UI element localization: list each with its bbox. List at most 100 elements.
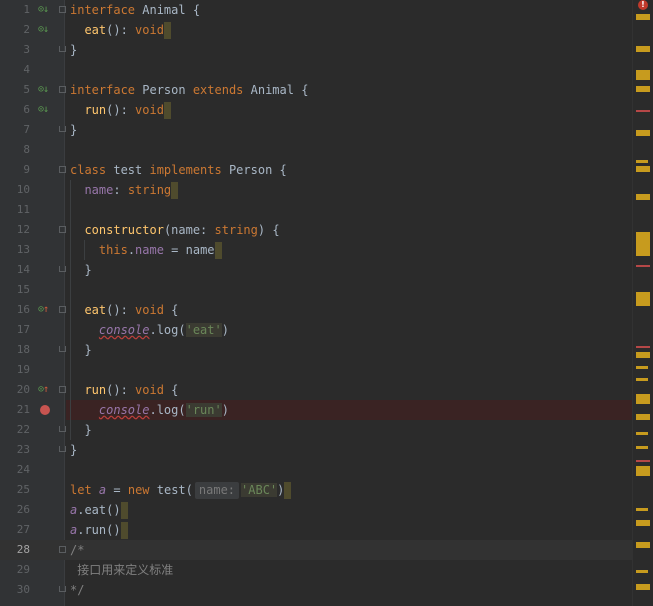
overrides-icon[interactable]: ⊙↑ xyxy=(38,303,52,317)
fold-end-icon[interactable] xyxy=(59,126,66,132)
line-number: 9 xyxy=(23,163,30,176)
warning-marker[interactable] xyxy=(636,232,650,256)
code-line[interactable]: 7 } xyxy=(0,120,632,140)
error-marker[interactable] xyxy=(636,460,650,462)
type-keyword: string xyxy=(127,183,172,197)
code-line[interactable]: 4 xyxy=(0,60,632,80)
fold-end-icon[interactable] xyxy=(59,426,66,432)
warning-marker[interactable] xyxy=(636,508,648,511)
fold-icon[interactable] xyxy=(59,6,66,13)
implemented-icon[interactable]: ⊙↓ xyxy=(38,83,52,97)
code-line[interactable]: 30 */ xyxy=(0,580,632,600)
fold-icon[interactable] xyxy=(59,226,66,233)
warning-marker[interactable] xyxy=(636,414,650,420)
error-marker[interactable] xyxy=(636,110,650,112)
breakpoint-icon[interactable] xyxy=(40,405,50,415)
line-number: 10 xyxy=(16,183,30,196)
code-line[interactable]: 16 ⊙↑ eat(): void { xyxy=(0,300,632,320)
warning-marker[interactable] xyxy=(636,520,650,526)
code-line[interactable]: 27 a.run() xyxy=(0,520,632,540)
code-line[interactable]: 9 class test implements Person { xyxy=(0,160,632,180)
code-text: (name: xyxy=(163,223,215,237)
fold-end-icon[interactable] xyxy=(59,46,66,52)
code-text: .log( xyxy=(149,403,186,417)
line-number: 4 xyxy=(23,63,30,76)
warning-marker[interactable] xyxy=(636,446,648,449)
code-line[interactable]: 12 constructor(name: string) { xyxy=(0,220,632,240)
code-line[interactable]: 29 接口用来定义标准 xyxy=(0,560,632,580)
warning-marker[interactable] xyxy=(636,584,650,590)
warning-marker[interactable] xyxy=(636,46,650,52)
code-line[interactable]: 1 ⊙↓ interface Animal { xyxy=(0,0,632,20)
error-marker[interactable] xyxy=(636,265,650,267)
code-text: ) xyxy=(221,323,229,337)
code-line[interactable]: 25 let a = new test(name: 'ABC') xyxy=(0,480,632,500)
code-line[interactable]: 6 ⊙↓ run(): void xyxy=(0,100,632,120)
code-line[interactable]: 23 } xyxy=(0,440,632,460)
code-line[interactable]: 17 console.log('eat') xyxy=(0,320,632,340)
code-editor[interactable]: 1 ⊙↓ interface Animal { 2 ⊙↓ eat(): void… xyxy=(0,0,632,606)
warning-marker[interactable] xyxy=(636,570,648,573)
code-line[interactable]: 19 xyxy=(0,360,632,380)
code-line[interactable]: 20 ⊙↑ run(): void { xyxy=(0,380,632,400)
code-line[interactable]: 3 } xyxy=(0,40,632,60)
code-line[interactable]: 24 xyxy=(0,460,632,480)
method-name: eat xyxy=(84,23,107,37)
line-number: 3 xyxy=(23,43,30,56)
overrides-icon[interactable]: ⊙↑ xyxy=(38,383,52,397)
type-keyword: void xyxy=(135,303,164,317)
code-line[interactable]: 26 a.eat() xyxy=(0,500,632,520)
semicolon-hint xyxy=(214,242,222,259)
code-line[interactable]: 11 xyxy=(0,200,632,220)
warning-marker[interactable] xyxy=(636,194,650,200)
code-line[interactable]: 15 xyxy=(0,280,632,300)
code-line[interactable]: 2 ⊙↓ eat(): void xyxy=(0,20,632,40)
code-text: : xyxy=(113,183,128,197)
line-number: 30 xyxy=(16,583,30,596)
warning-marker[interactable] xyxy=(636,166,650,172)
line-number: 27 xyxy=(16,523,30,536)
warning-marker[interactable] xyxy=(636,86,650,92)
keyword: new xyxy=(127,483,150,497)
warning-marker[interactable] xyxy=(636,352,650,358)
warning-marker[interactable] xyxy=(636,292,650,306)
fold-end-icon[interactable] xyxy=(59,446,66,452)
warning-marker[interactable] xyxy=(636,14,650,20)
fold-icon[interactable] xyxy=(59,166,66,173)
warning-marker[interactable] xyxy=(636,542,650,548)
fold-icon[interactable] xyxy=(59,546,66,553)
warning-marker[interactable] xyxy=(636,160,648,163)
error-icon[interactable]: ! xyxy=(638,0,648,10)
warning-marker[interactable] xyxy=(636,432,648,435)
fold-icon[interactable] xyxy=(59,386,66,393)
error-marker[interactable] xyxy=(636,346,650,348)
code-line[interactable]: 13 this.name = name xyxy=(0,240,632,260)
implemented-icon[interactable]: ⊙↓ xyxy=(38,103,52,117)
line-number: 16 xyxy=(16,303,30,316)
code-text: (): xyxy=(106,103,136,117)
code-line[interactable]: 14 } xyxy=(0,260,632,280)
fold-icon[interactable] xyxy=(59,306,66,313)
fold-end-icon[interactable] xyxy=(59,266,66,272)
warning-marker[interactable] xyxy=(636,70,650,80)
code-line[interactable]: 22 } xyxy=(0,420,632,440)
fold-icon[interactable] xyxy=(59,86,66,93)
fold-end-icon[interactable] xyxy=(59,586,66,592)
warning-marker[interactable] xyxy=(636,366,648,369)
code-line[interactable]: 10 name: string xyxy=(0,180,632,200)
code-line-breakpoint[interactable]: 21 console.log('run') xyxy=(0,400,632,420)
implemented-icon[interactable]: ⊙↓ xyxy=(38,3,52,17)
code-line[interactable]: 5 ⊙↓ interface Person extends Animal { xyxy=(0,80,632,100)
warning-marker[interactable] xyxy=(636,130,650,136)
fold-end-icon[interactable] xyxy=(59,346,66,352)
warning-marker[interactable] xyxy=(636,466,650,476)
line-number: 20 xyxy=(16,383,30,396)
code-text: { xyxy=(163,383,179,397)
implemented-icon[interactable]: ⊙↓ xyxy=(38,23,52,37)
warning-marker[interactable] xyxy=(636,394,650,404)
code-line-current[interactable]: 28 /* xyxy=(0,540,632,560)
warning-marker[interactable] xyxy=(636,378,648,381)
code-line[interactable]: 8 xyxy=(0,140,632,160)
code-line[interactable]: 18 } xyxy=(0,340,632,360)
comment: */ xyxy=(70,583,85,597)
